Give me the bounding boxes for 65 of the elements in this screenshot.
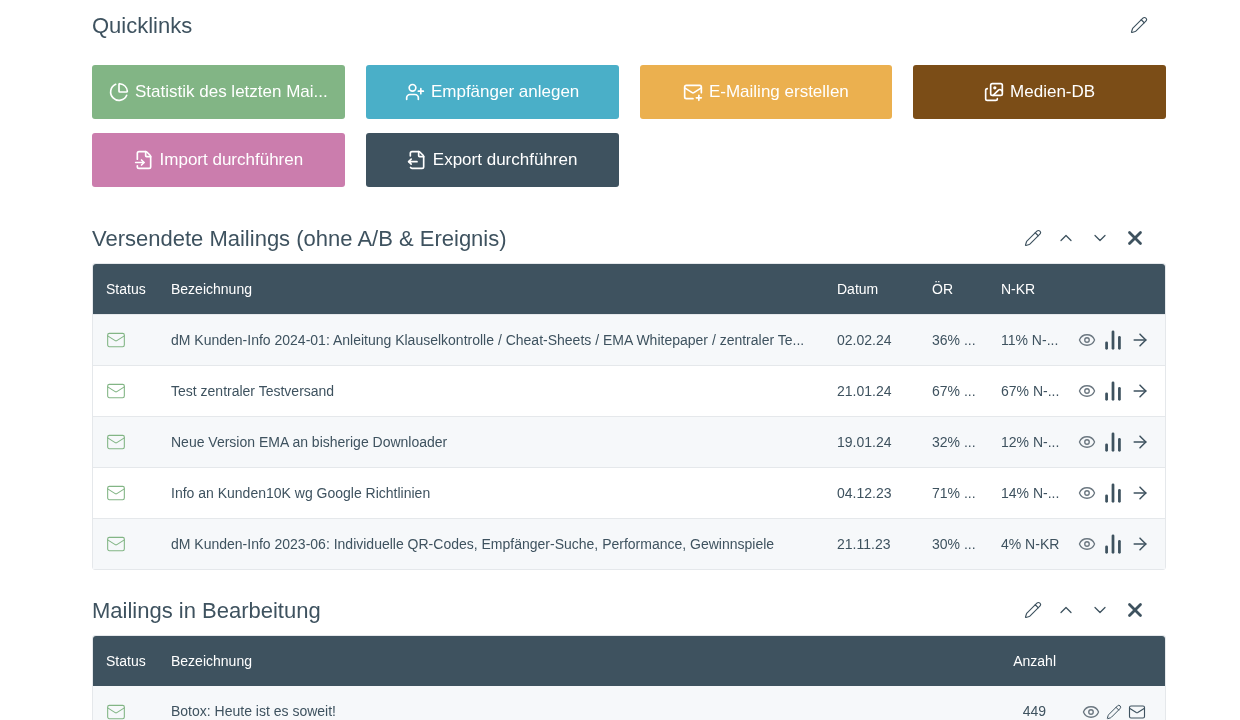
date-cell-text: 19.01.24 bbox=[837, 432, 893, 452]
envelope-icon[interactable] bbox=[1128, 702, 1146, 720]
bar-chart-icon[interactable] bbox=[1102, 431, 1124, 453]
edit-icon[interactable] bbox=[1130, 16, 1148, 34]
column-header: Bezeichnung bbox=[171, 651, 253, 671]
date-cell-text: 21.01.24 bbox=[837, 381, 893, 401]
date-cell-text: 21.11.23 bbox=[837, 534, 892, 554]
column-header: Bezeichnung bbox=[171, 279, 253, 299]
section-title: Quicklinks bbox=[92, 11, 193, 40]
bar-chart-icon[interactable] bbox=[1102, 329, 1124, 351]
file-import-icon bbox=[133, 150, 154, 170]
mailing-name: dM Kunden-Info 2023-06: Individuelle QR-Codes, Empfänger-Suche, Performance, Gewinnspiele bbox=[171, 534, 776, 554]
view-icon[interactable] bbox=[1078, 484, 1096, 502]
view-icon[interactable] bbox=[1078, 433, 1096, 451]
open-rate-cell-text: 30% ... bbox=[932, 534, 977, 554]
mailing-name: Neue Version EMA an bisherige Downloader bbox=[171, 432, 449, 452]
bar-chart-icon[interactable] bbox=[1102, 380, 1124, 402]
column-header: ÖR bbox=[932, 279, 954, 299]
edit-icon[interactable] bbox=[1106, 703, 1122, 720]
mail-plus-icon bbox=[682, 82, 703, 102]
open-rate-cell-text: 67% ... bbox=[932, 381, 977, 401]
user-plus-icon bbox=[404, 82, 425, 102]
quicklink-button[interactable]: Empfänger anlegen bbox=[365, 65, 619, 119]
column-header: Status bbox=[106, 279, 147, 299]
view-icon[interactable] bbox=[1078, 331, 1096, 349]
edit-icon[interactable] bbox=[1024, 601, 1042, 619]
column-header: Anzahl bbox=[1012, 651, 1056, 671]
section-title: Mailings in Bearbeitung bbox=[92, 596, 321, 625]
section-title: Versendete Mailings (ohne A/B & Ereignis) bbox=[92, 224, 507, 253]
open-rate-cell-text: 32% ... bbox=[932, 432, 977, 452]
images-icon bbox=[984, 82, 1005, 102]
envelope-icon bbox=[106, 483, 126, 503]
view-icon[interactable] bbox=[1078, 382, 1096, 400]
column-header: N-KR bbox=[1001, 279, 1037, 299]
click-rate-cell-text: 67% N-... bbox=[1001, 381, 1061, 401]
envelope-icon bbox=[106, 534, 126, 554]
open-rate-cell-text: 36% ... bbox=[932, 330, 977, 350]
quicklink-button[interactable]: E-Mailing erstellen bbox=[639, 65, 893, 119]
date-cell-text: 04.12.23 bbox=[837, 483, 893, 503]
mailing-name: Botox: Heute ist es soweit! bbox=[171, 702, 337, 720]
bar-chart-icon[interactable] bbox=[1102, 482, 1124, 504]
column-header: Status bbox=[106, 651, 147, 671]
count-cell-text: 449 bbox=[1021, 702, 1047, 720]
bar-chart-icon[interactable] bbox=[1102, 533, 1124, 555]
mailing-name: dM Kunden-Info 2024-01: Anleitung Klauselkontrolle / Cheat-Sheets / EMA Whitepaper / zentraler Te... bbox=[171, 330, 806, 350]
click-rate-cell-text: 12% N-... bbox=[1001, 432, 1061, 452]
envelope-icon bbox=[106, 432, 126, 452]
column-header: Datum bbox=[837, 279, 880, 299]
mailing-name: Info an Kunden10K wg Google Richtlinien bbox=[171, 483, 432, 503]
pie-chart-icon bbox=[109, 82, 129, 102]
quicklink-button[interactable]: Import durchführen bbox=[92, 133, 345, 187]
quicklink-button[interactable]: Medien-DB bbox=[913, 65, 1166, 119]
envelope-icon bbox=[106, 330, 126, 350]
view-icon[interactable] bbox=[1078, 535, 1096, 553]
edit-icon[interactable] bbox=[1024, 229, 1042, 247]
quicklink-button[interactable]: Export durchführen bbox=[365, 133, 619, 187]
quicklink-button[interactable]: Statistik des letzten Mai... bbox=[92, 65, 345, 119]
click-rate-cell-text: 11% N-... bbox=[1001, 330, 1060, 350]
open-rate-cell-text: 71% ... bbox=[932, 483, 977, 503]
click-rate-cell-text: 4% N-KR bbox=[1001, 534, 1061, 554]
file-export-icon bbox=[406, 150, 427, 170]
mailing-name: Test zentraler Testversand bbox=[171, 381, 336, 401]
date-cell-text: 02.02.24 bbox=[837, 330, 893, 350]
click-rate-cell-text: 14% N-... bbox=[1001, 483, 1061, 503]
envelope-icon bbox=[106, 381, 126, 401]
